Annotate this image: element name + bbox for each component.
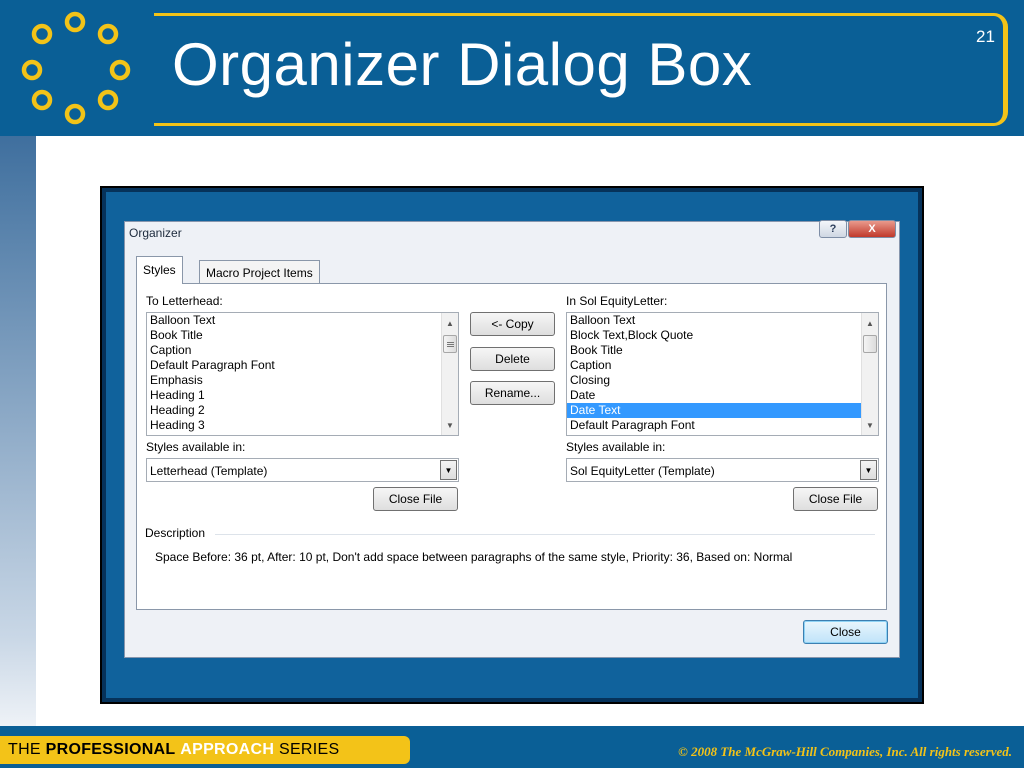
left-available-combo[interactable]: Letterhead (Template) ▼ <box>146 458 459 482</box>
right-list-label: In Sol EquityLetter: <box>566 294 668 308</box>
delete-button[interactable]: Delete <box>470 347 555 371</box>
right-available-value: Sol EquityLetter (Template) <box>570 464 715 478</box>
slide-number: 21 <box>976 27 995 46</box>
scroll-thumb[interactable] <box>443 335 457 353</box>
left-list-item[interactable]: Heading 1 <box>147 388 442 403</box>
description-divider <box>215 534 875 535</box>
close-button[interactable]: Close <box>803 620 888 644</box>
dropdown-arrow-icon[interactable]: ▼ <box>440 460 457 480</box>
left-list-label: To Letterhead: <box>146 294 223 308</box>
right-close-file-button[interactable]: Close File <box>793 487 878 511</box>
right-list-item[interactable]: Caption <box>567 358 862 373</box>
tab-styles-label: Styles <box>143 263 176 277</box>
side-gradient-bar <box>0 136 36 726</box>
help-button[interactable]: ? <box>819 220 847 238</box>
rename-button[interactable]: Rename... <box>470 381 555 405</box>
copy-button[interactable]: <- Copy <box>470 312 555 336</box>
styles-tab-panel: To Letterhead: Balloon Text Book Title Cap… <box>136 283 887 610</box>
copyright-text: © 2008 The McGraw-Hill Companies, Inc. A… <box>678 744 1012 759</box>
scroll-up-arrow-icon[interactable]: ▲ <box>862 315 878 331</box>
scroll-thumb[interactable] <box>863 335 877 353</box>
right-list-item[interactable]: Closing <box>567 373 862 388</box>
left-list-scrollbar[interactable]: ▲ ▼ <box>441 313 458 435</box>
series-brand: THE PROFESSIONAL APPROACH SERIES <box>0 736 410 764</box>
organizer-dialog: Organizer ? X Styles Macro Project Items… <box>124 220 900 658</box>
right-available-label: Styles available in: <box>566 440 666 454</box>
left-styles-list[interactable]: Balloon Text Book Title Caption Default Par… <box>146 312 459 436</box>
right-available-combo[interactable]: Sol EquityLetter (Template) ▼ <box>566 458 879 482</box>
tab-macro-project-items[interactable]: Macro Project Items <box>199 260 320 284</box>
circles-logo-icon <box>21 11 131 125</box>
dropdown-arrow-icon[interactable]: ▼ <box>860 460 877 480</box>
footer-professional: PROFESSIONAL <box>45 741 176 758</box>
left-available-value: Letterhead (Template) <box>150 464 268 478</box>
scroll-down-arrow-icon[interactable]: ▼ <box>862 417 878 433</box>
left-list-item[interactable]: Caption <box>147 343 442 358</box>
footer-series: SERIES <box>278 741 340 758</box>
scroll-up-arrow-icon[interactable]: ▲ <box>442 315 458 331</box>
left-list-item[interactable]: Emphasis <box>147 373 442 388</box>
left-available-label: Styles available in: <box>146 440 246 454</box>
left-list-item[interactable]: Balloon Text <box>147 313 442 328</box>
description-text: Space Before: 36 pt, After: 10 pt, Don't… <box>155 550 793 564</box>
right-list-item[interactable]: Balloon Text <box>567 313 862 328</box>
scroll-down-arrow-icon[interactable]: ▼ <box>442 417 458 433</box>
left-list-item[interactable]: Book Title <box>147 328 442 343</box>
footer-approach: APPROACH <box>180 741 275 758</box>
window-close-button[interactable]: X <box>848 220 896 238</box>
right-list-item[interactable]: Default Paragraph Font <box>567 418 862 433</box>
right-styles-list[interactable]: Balloon Text Block Text,Block Quote Book T… <box>566 312 879 436</box>
footer-the: THE <box>8 741 41 758</box>
slide-title: Organizer Dialog Box <box>172 31 753 98</box>
right-list-scrollbar[interactable]: ▲ ▼ <box>861 313 878 435</box>
right-list-item[interactable]: Date Text <box>567 403 862 418</box>
right-list-item[interactable]: Book Title <box>567 343 862 358</box>
left-list-item[interactable]: Default Paragraph Font <box>147 358 442 373</box>
right-list-item[interactable]: Date <box>567 388 862 403</box>
left-list-item[interactable]: Heading 3 <box>147 418 442 433</box>
right-list-item[interactable]: Block Text,Block Quote <box>567 328 862 343</box>
tab-styles[interactable]: Styles <box>136 256 183 284</box>
description-label: Description <box>145 526 206 540</box>
left-list-item[interactable]: Heading 2 <box>147 403 442 418</box>
tab-macro-project-items-label: Macro Project Items <box>206 266 313 280</box>
left-close-file-button[interactable]: Close File <box>373 487 458 511</box>
dialog-title: Organizer <box>129 226 182 240</box>
